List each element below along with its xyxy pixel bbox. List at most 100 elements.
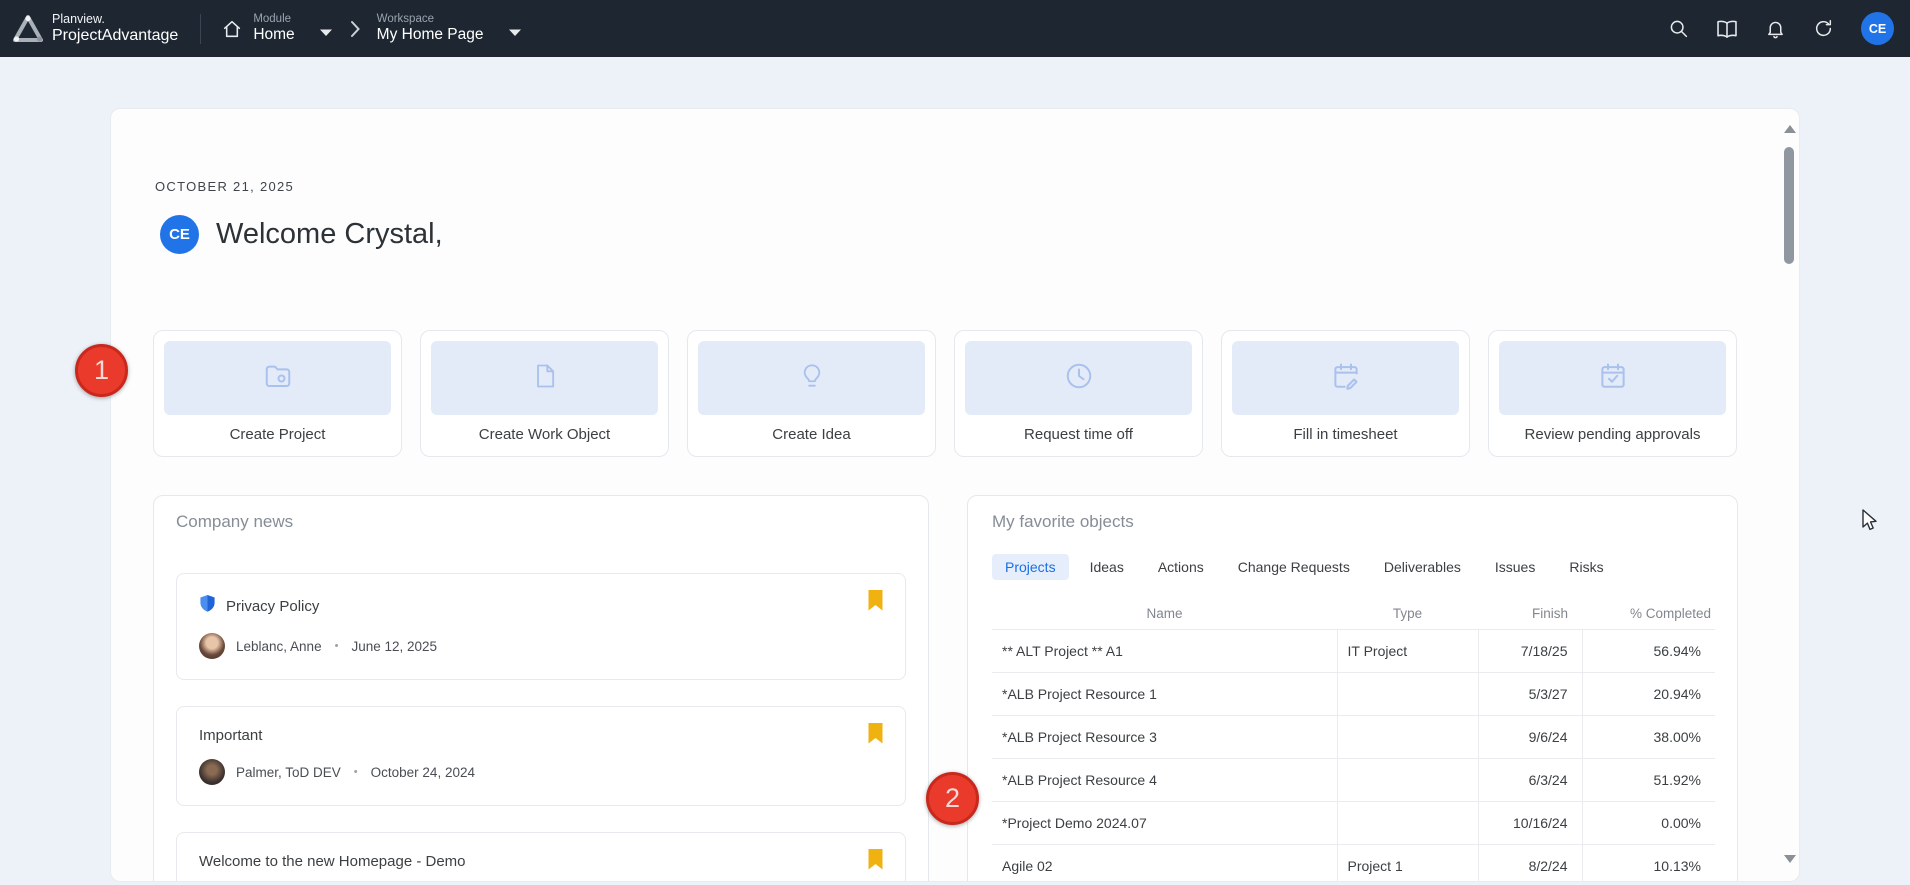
news-title: Welcome to the new Homepage - Demo: [199, 853, 466, 870]
brand-text: Planview. ProjectAdvantage: [52, 13, 178, 44]
request-time-off-card[interactable]: Request time off: [954, 330, 1203, 457]
home-icon: [221, 18, 243, 40]
tab-issues[interactable]: Issues: [1482, 554, 1548, 580]
module-crumb-text: Module Home: [253, 13, 294, 44]
create-project-label: Create Project: [164, 426, 391, 443]
tab-projects[interactable]: Projects: [992, 554, 1069, 580]
cell-finish: 9/6/24: [1478, 715, 1582, 758]
bookmark-icon[interactable]: [868, 723, 883, 749]
table-row[interactable]: *Project Demo 2024.07 10/16/24 0.00%: [992, 801, 1715, 844]
column-header-finish[interactable]: Finish: [1478, 599, 1582, 629]
favorite-objects-panel: My favorite objects Projects Ideas Actio…: [967, 495, 1738, 882]
cell-completed: 56.94%: [1582, 629, 1715, 672]
news-title-row: Important: [199, 727, 883, 744]
cell-completed: 38.00%: [1582, 715, 1715, 758]
nav-actions: CE: [1668, 12, 1910, 45]
module-value: Home: [253, 26, 294, 44]
review-pending-approvals-tile: [1499, 341, 1726, 415]
dot-separator: •: [335, 640, 339, 652]
module-label: Module: [253, 13, 294, 26]
scrollbar-thumb[interactable]: [1784, 147, 1794, 264]
user-avatar[interactable]: CE: [1861, 12, 1894, 45]
favorites-table: Name Type Finish % Completed ** ALT Proj…: [992, 599, 1715, 882]
news-item-privacy-policy[interactable]: Privacy Policy Leblanc, Anne • June 12, …: [176, 573, 906, 680]
current-date: OCTOBER 21, 2025: [155, 179, 294, 194]
annotation-step-1: 1: [75, 344, 128, 397]
workspace-breadcrumb[interactable]: Workspace My Home Page: [377, 13, 522, 44]
table-row[interactable]: *ALB Project Resource 4 6/3/24 51.92%: [992, 758, 1715, 801]
review-pending-approvals-card[interactable]: Review pending approvals: [1488, 330, 1737, 457]
book-icon[interactable]: [1716, 18, 1738, 40]
create-work-object-card[interactable]: Create Work Object: [420, 330, 669, 457]
cell-finish: 8/2/24: [1478, 844, 1582, 882]
table-row[interactable]: ** ALT Project ** A1 IT Project 7/18/25 …: [992, 629, 1715, 672]
news-item-important[interactable]: Important Palmer, ToD DEV • October 24, …: [176, 706, 906, 806]
tab-risks[interactable]: Risks: [1556, 554, 1616, 580]
cell-type: [1337, 715, 1478, 758]
brand: Planview. ProjectAdvantage: [0, 13, 178, 44]
table-row[interactable]: *ALB Project Resource 1 5/3/27 20.94%: [992, 672, 1715, 715]
scroll-down-arrow-icon[interactable]: [1784, 855, 1796, 863]
refresh-icon[interactable]: [1813, 18, 1834, 39]
bell-icon[interactable]: [1765, 18, 1786, 40]
news-item-welcome-homepage[interactable]: Welcome to the new Homepage - Demo: [176, 832, 906, 882]
create-work-object-tile: [431, 341, 658, 415]
nav-divider: [200, 14, 201, 44]
create-idea-card[interactable]: Create Idea: [687, 330, 936, 457]
author-name: Leblanc, Anne: [236, 639, 322, 654]
cell-completed: 20.94%: [1582, 672, 1715, 715]
bookmark-icon[interactable]: [868, 590, 883, 616]
shield-icon: [199, 594, 216, 618]
fill-in-timesheet-card[interactable]: Fill in timesheet: [1221, 330, 1470, 457]
bookmark-icon[interactable]: [868, 849, 883, 875]
vertical-scrollbar[interactable]: [1783, 113, 1797, 879]
calendar-check-icon: [1598, 361, 1628, 396]
tab-ideas[interactable]: Ideas: [1077, 554, 1137, 580]
tab-deliverables[interactable]: Deliverables: [1371, 554, 1474, 580]
greeting-avatar: CE: [160, 215, 199, 254]
mouse-cursor: [1861, 509, 1881, 538]
greeting-row: CE Welcome Crystal,: [160, 215, 443, 254]
column-header-type[interactable]: Type: [1337, 599, 1478, 629]
module-breadcrumb[interactable]: Module Home: [221, 13, 332, 44]
search-icon[interactable]: [1668, 18, 1689, 39]
brand-line2: ProjectAdvantage: [52, 27, 178, 45]
create-idea-tile: [698, 341, 925, 415]
news-date: October 24, 2024: [371, 765, 475, 780]
workspace-value: My Home Page: [377, 26, 484, 44]
cell-completed: 10.13%: [1582, 844, 1715, 882]
tab-change-requests[interactable]: Change Requests: [1225, 554, 1363, 580]
company-news-panel: Company news Privacy Policy: [153, 495, 929, 882]
news-author-row: Palmer, ToD DEV • October 24, 2024: [199, 759, 883, 785]
cell-type: [1337, 801, 1478, 844]
create-project-card[interactable]: Create Project: [153, 330, 402, 457]
review-pending-approvals-label: Review pending approvals: [1499, 426, 1726, 443]
tab-actions[interactable]: Actions: [1145, 554, 1217, 580]
workspace-crumb-text: Workspace My Home Page: [377, 13, 484, 44]
column-header-name[interactable]: Name: [992, 599, 1337, 629]
cell-type: IT Project: [1337, 629, 1478, 672]
table-row[interactable]: Agile 02 Project 1 8/2/24 10.13%: [992, 844, 1715, 882]
document-icon: [531, 361, 559, 396]
quick-actions-row: Create Project Create Work Object Create…: [153, 330, 1737, 457]
workspace-caret-down-icon[interactable]: [508, 28, 522, 38]
clock-icon: [1064, 361, 1094, 396]
cell-completed: 51.92%: [1582, 758, 1715, 801]
news-date: June 12, 2025: [351, 639, 437, 654]
column-header-completed[interactable]: % Completed: [1582, 599, 1715, 629]
scroll-up-arrow-icon[interactable]: [1784, 125, 1796, 133]
favorite-objects-title: My favorite objects: [992, 512, 1737, 532]
module-caret-down-icon[interactable]: [319, 28, 333, 38]
top-nav-bar: Planview. ProjectAdvantage Module Home: [0, 0, 1910, 57]
table-row[interactable]: *ALB Project Resource 3 9/6/24 38.00%: [992, 715, 1715, 758]
fill-in-timesheet-label: Fill in timesheet: [1232, 426, 1459, 443]
author-name: Palmer, ToD DEV: [236, 765, 341, 780]
author-avatar: [199, 759, 225, 785]
cell-finish: 7/18/25: [1478, 629, 1582, 672]
favorites-tab-bar: Projects Ideas Actions Change Requests D…: [992, 554, 1737, 580]
create-project-tile: [164, 341, 391, 415]
cell-finish: 10/16/24: [1478, 801, 1582, 844]
create-idea-label: Create Idea: [698, 426, 925, 443]
news-title-row: Privacy Policy: [199, 594, 883, 618]
annotation-step-2: 2: [926, 772, 979, 825]
